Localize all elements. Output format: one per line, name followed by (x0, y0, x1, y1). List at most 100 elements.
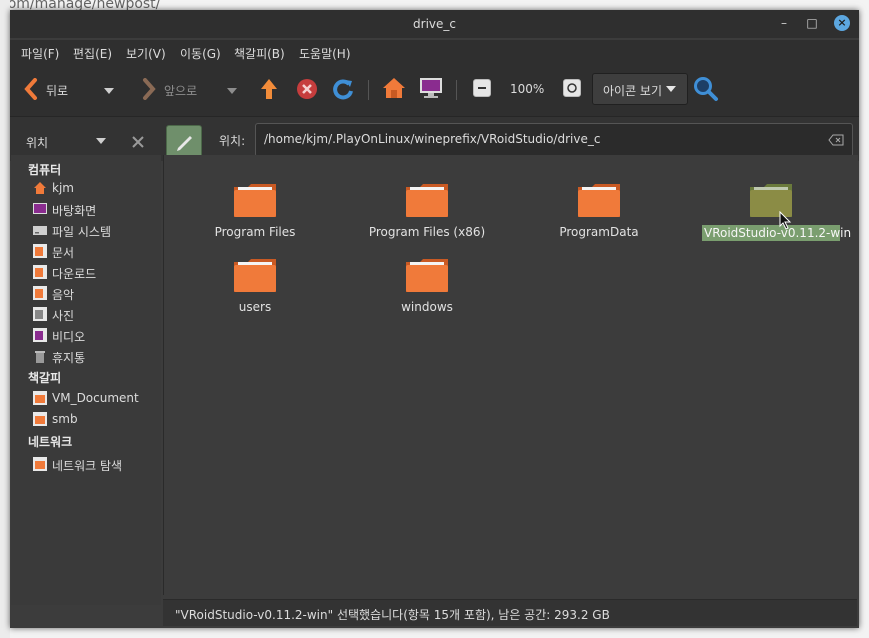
menu-bookmarks[interactable]: 책갈피(B) (234, 45, 285, 62)
zoom-level: 100% (510, 82, 545, 96)
back-history-dropdown[interactable] (104, 85, 114, 99)
folder-icon (33, 391, 47, 405)
toggle-location-entry-button[interactable] (166, 125, 202, 159)
menu-help[interactable]: 도움말(H) (299, 45, 351, 62)
pictures-icon (33, 307, 47, 321)
downloads-icon (33, 265, 47, 279)
status-text: "VRoidStudio-v0.11.2-win" 선택했습니다(항목 15개 … (175, 608, 610, 622)
sidebar-section-bookmarks: 책갈피 (28, 371, 62, 385)
sidebar-item-label: kjm (52, 181, 74, 195)
sidebar-item-label: 비디오 (52, 330, 86, 344)
titlebar: drive_c – □ × (10, 10, 859, 38)
menu-view[interactable]: 보기(V) (126, 45, 166, 62)
file-item[interactable]: ProgramData (524, 181, 674, 251)
home-button[interactable] (381, 76, 407, 103)
sidebar-item-label: 사진 (52, 309, 75, 323)
folder-icon (406, 184, 448, 217)
places-sidebar: 컴퓨터 kjm 바탕화면 파일 시스템 문서 다운로드 음악 사진 비디오 휴지… (11, 155, 161, 605)
home-icon (383, 78, 405, 98)
minimize-button[interactable]: – (776, 15, 792, 31)
chevron-down-icon (666, 86, 676, 92)
toolbar: 뒤로 앞으로 100% 아이콘 보기 (10, 64, 859, 117)
file-name: Program Files (x86) (368, 225, 486, 239)
computer-button[interactable] (418, 76, 444, 103)
folder-icon (234, 184, 276, 217)
sidebar-item-label: 문서 (52, 246, 75, 260)
forward-arrow-icon (143, 78, 156, 100)
close-sidebar-icon[interactable] (132, 136, 144, 148)
up-button[interactable] (259, 77, 279, 104)
menu-file[interactable]: 파일(F) (21, 45, 59, 62)
file-item-selected[interactable]: VRoidStudio-v0.11.2-win (696, 181, 852, 251)
file-name: ProgramData (559, 225, 639, 239)
menu-go[interactable]: 이동(G) (180, 45, 221, 62)
sidebar-item-label: 바탕화면 (52, 204, 97, 218)
sidebar-section-computer: 컴퓨터 (28, 163, 62, 177)
view-mode-select[interactable]: 아이콘 보기 (592, 73, 688, 105)
clear-text-icon[interactable] (828, 134, 844, 146)
file-item[interactable]: users (180, 256, 330, 326)
file-name: Program Files (214, 225, 296, 239)
reload-button[interactable] (332, 78, 354, 103)
pencil-icon (177, 136, 192, 151)
file-manager-window: drive_c – □ × 파일(F) 편집(E) 보기(V) 이동(G) 책갈… (10, 10, 859, 628)
view-mode-label: 아이콘 보기 (603, 84, 663, 98)
file-view: Program Files Program Files (x86) Progra… (163, 155, 858, 595)
desktop-icon (33, 203, 47, 214)
background-page-strip (0, 0, 10, 638)
zoom-in-icon (567, 83, 577, 93)
back-label: 뒤로 (46, 84, 69, 98)
search-button[interactable] (693, 76, 719, 105)
file-name: windows (401, 300, 453, 314)
sidebar-item-label: 휴지통 (52, 351, 86, 365)
zoom-in-button[interactable] (563, 79, 581, 97)
window-title: drive_c (413, 17, 456, 31)
minus-icon (478, 87, 486, 89)
menubar: 파일(F) 편집(E) 보기(V) 이동(G) 책갈피(B) 도움말(H) (10, 40, 859, 64)
up-arrow-icon (261, 79, 277, 99)
menu-edit[interactable]: 편집(E) (73, 45, 112, 62)
music-icon (33, 286, 47, 300)
forward-button[interactable]: 앞으로 (142, 78, 222, 100)
reload-icon (333, 79, 353, 100)
forward-history-dropdown[interactable] (227, 85, 237, 99)
sidebar-item-label: smb (52, 412, 78, 426)
location-path-text: /home/kjm/.PlayOnLinux/wineprefix/VRoidS… (264, 132, 601, 146)
home-icon (34, 182, 46, 194)
sidebar-item-label: 네트워크 탐색 (52, 459, 123, 473)
documents-icon (33, 244, 47, 258)
videos-icon (33, 328, 47, 342)
trash-icon (35, 351, 45, 363)
folder-icon (406, 259, 448, 292)
stop-button[interactable] (296, 78, 318, 103)
sidebar-mode-label: 위치 (26, 136, 49, 150)
file-name: users (238, 300, 272, 314)
file-item[interactable]: Program Files (180, 181, 330, 251)
location-label: 위치: (219, 134, 246, 148)
sidebar-item-label: VM_Document (52, 391, 139, 405)
folder-icon (33, 412, 47, 426)
back-arrow-icon (24, 78, 37, 100)
maximize-button[interactable]: □ (804, 15, 820, 31)
sidebar-item-label: 다운로드 (52, 267, 97, 281)
toolbar-separator (368, 80, 369, 100)
sidebar-item-label: 음악 (52, 288, 75, 302)
chevron-down-icon (104, 88, 114, 94)
file-item[interactable]: Program Files (x86) (352, 181, 502, 251)
chevron-down-icon[interactable] (96, 138, 106, 146)
file-name: VRoidStudio-v0.11.2-win (702, 225, 852, 241)
close-button[interactable]: × (834, 15, 850, 31)
mouse-cursor-icon (779, 211, 792, 230)
zoom-out-button[interactable] (473, 79, 491, 97)
forward-label: 앞으로 (164, 84, 198, 98)
stop-icon (297, 79, 317, 99)
sidebar-item-label: 파일 시스템 (52, 225, 112, 239)
sidebar-section-network: 네트워크 (28, 435, 73, 449)
location-path-input[interactable]: /home/kjm/.PlayOnLinux/wineprefix/VRoidS… (255, 123, 853, 157)
back-button[interactable]: 뒤로 (24, 78, 104, 100)
computer-icon (420, 78, 442, 98)
folder-icon (234, 259, 276, 292)
toolbar-separator (456, 80, 457, 100)
file-item[interactable]: windows (352, 256, 502, 326)
network-icon (33, 457, 47, 471)
